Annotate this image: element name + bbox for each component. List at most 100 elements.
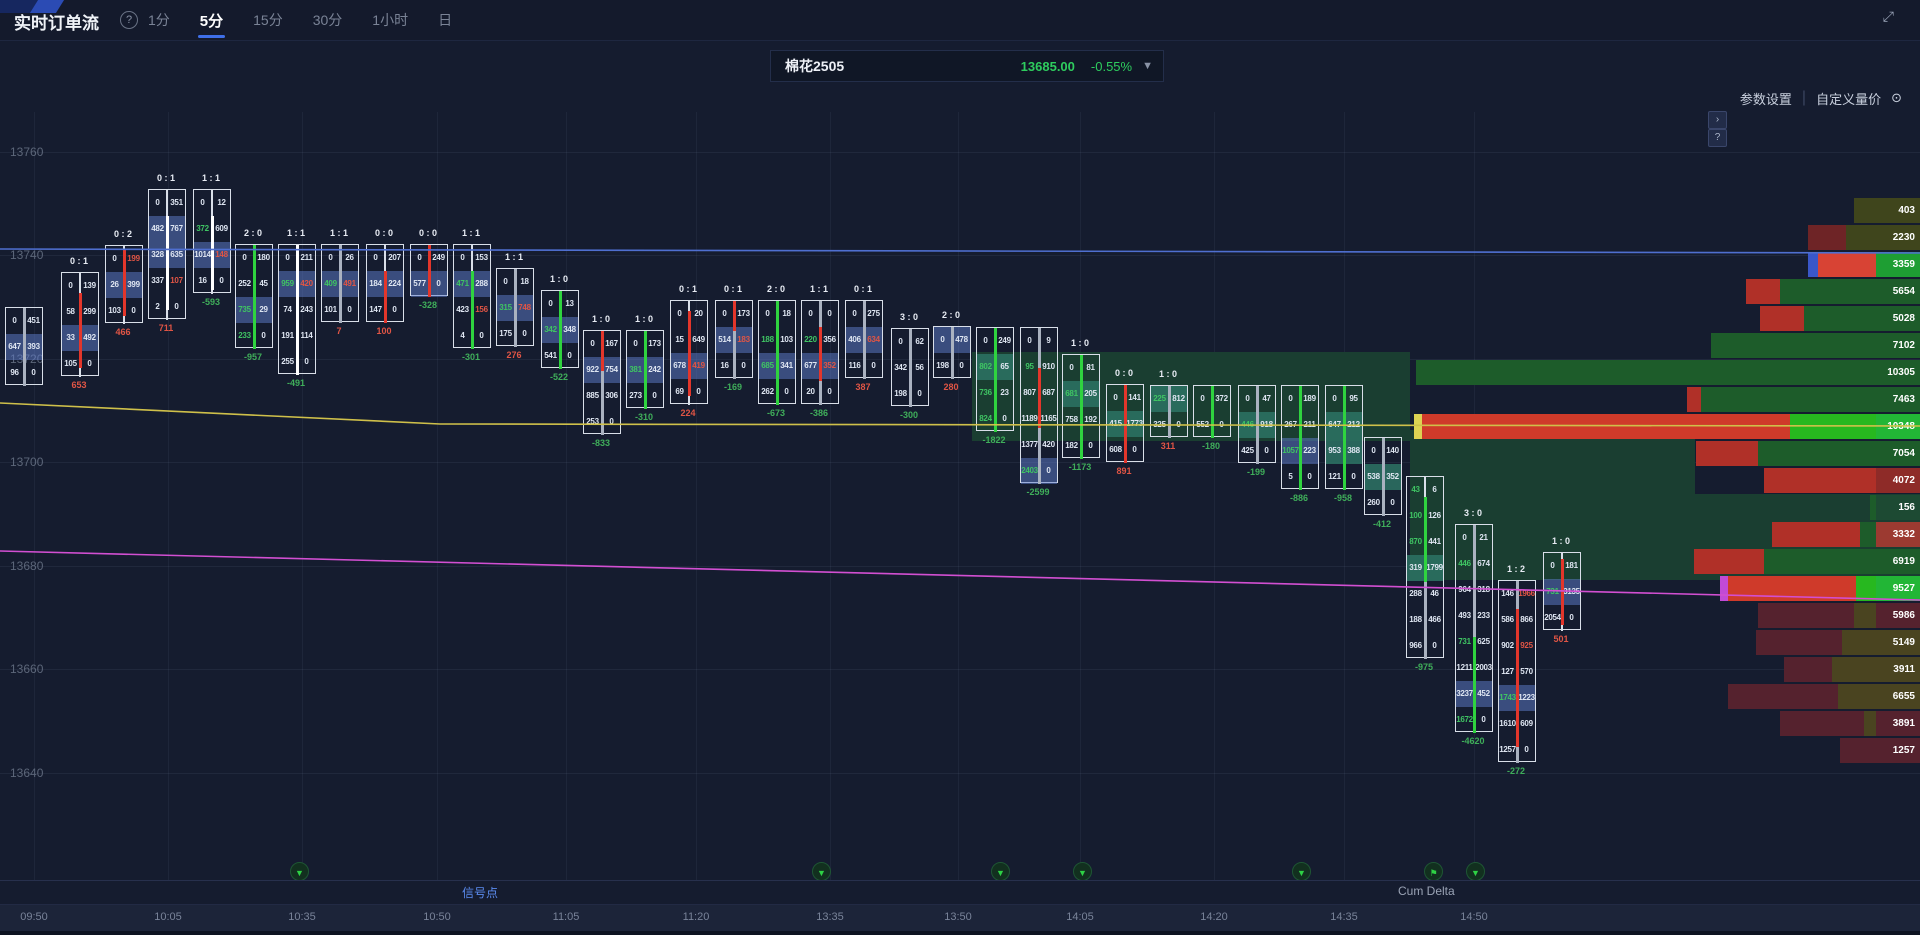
signal-marker-icon[interactable]: ▼ — [290, 862, 309, 881]
volume-profile-bar — [1840, 738, 1876, 763]
signal-marker-icon[interactable]: ▼ — [1073, 862, 1092, 881]
chart-bottom-divider — [0, 880, 1920, 881]
page-title: 实时订单流 — [14, 9, 99, 34]
volume-profile-bar — [1758, 603, 1854, 628]
bottom-strip — [0, 931, 1920, 935]
tab-timeframe-2[interactable]: 15分 — [251, 0, 285, 40]
signal-marker-icon[interactable]: ▼ — [991, 862, 1010, 881]
change-percent: -0.55% — [1091, 59, 1132, 74]
volume-profile-value: 3911 — [1876, 657, 1920, 682]
volume-profile-value: 10348 — [1876, 414, 1920, 439]
signal-points-label[interactable]: 信号点 — [462, 884, 498, 901]
signal-marker-icon[interactable]: ▼ — [1292, 862, 1311, 881]
volume-profile-bar — [1864, 711, 1876, 736]
volume-profile-bar — [1746, 279, 1780, 304]
gridline-vertical — [958, 112, 959, 880]
volume-profile-value: 10305 — [1876, 360, 1920, 385]
volume-profile-bar — [1687, 387, 1701, 412]
time-axis-tick: 10:50 — [423, 911, 451, 923]
gridline-vertical — [696, 112, 697, 880]
signal-marker-icon[interactable]: ▼ — [1466, 862, 1485, 881]
volume-profile-value: 4072 — [1876, 468, 1920, 493]
volume-profile-bar — [1854, 198, 1876, 223]
expand-icon[interactable]: ⤢ — [1883, 8, 1894, 25]
instrument-name: 棉花2505 — [785, 56, 844, 76]
tab-timeframe-3[interactable]: 30分 — [311, 0, 345, 40]
volume-profile-bar — [1728, 576, 1856, 601]
volume-profile-value: 7054 — [1876, 441, 1920, 466]
volume-profile-bar — [1696, 441, 1758, 466]
panel-collapse-button[interactable]: › — [1708, 111, 1727, 129]
gridline-horizontal — [0, 669, 1920, 670]
help-icon[interactable]: ? — [120, 11, 138, 29]
custom-volume-price-button[interactable]: 自定义量价 — [1816, 89, 1881, 108]
volume-profile-bar — [1720, 576, 1728, 601]
right-toolbar: 参数设置 | 自定义量价 ⊙ — [1740, 88, 1902, 108]
volume-profile-bar — [1764, 468, 1876, 493]
gridline-horizontal — [0, 152, 1920, 153]
volume-profile-value: 6655 — [1876, 684, 1920, 709]
volume-profile-bar — [1422, 414, 1790, 439]
tab-timeframe-4[interactable]: 1小时 — [370, 0, 410, 40]
volume-profile-value: 3332 — [1876, 522, 1920, 547]
volume-profile-value: 1257 — [1876, 738, 1920, 763]
volume-profile-value: 6919 — [1876, 549, 1920, 574]
time-axis-tick: 14:35 — [1330, 911, 1358, 923]
volume-profile-bar — [1772, 522, 1860, 547]
price-axis-label: 13640 — [10, 766, 43, 780]
time-axis-tick: 14:50 — [1460, 911, 1488, 923]
volume-profile-bar — [1808, 225, 1846, 250]
volume-profile-bar — [1760, 306, 1804, 331]
volume-profile-bar — [1856, 576, 1876, 601]
tab-timeframe-1[interactable]: 5分 — [198, 0, 225, 41]
gridline-horizontal — [0, 773, 1920, 774]
panel-help-button[interactable]: ? — [1708, 129, 1727, 147]
last-price: 13685.00 — [1021, 59, 1075, 74]
volume-profile-value: 403 — [1876, 198, 1920, 223]
footprint-chart[interactable]: 1376013740137201370013680136601364040322… — [0, 0, 1920, 935]
volume-profile-bar — [1414, 414, 1422, 439]
settings-button[interactable]: 参数设置 — [1740, 89, 1792, 108]
gridline-vertical — [830, 112, 831, 880]
price-axis-label: 13700 — [10, 455, 43, 469]
timeframe-tabs: 1分 5分 15分 30分 1小时日 — [146, 0, 454, 40]
volume-profile-bar — [1854, 603, 1876, 628]
volume-profile-bar — [1701, 387, 1876, 412]
volume-profile-value: 2230 — [1876, 225, 1920, 250]
time-axis-tick: 13:50 — [944, 911, 972, 923]
time-axis-tick: 13:35 — [816, 911, 844, 923]
volume-profile-bar — [1804, 306, 1876, 331]
volume-profile-bar — [1832, 657, 1876, 682]
signal-marker-icon[interactable]: ▼ — [812, 862, 831, 881]
gridline-vertical — [34, 112, 35, 880]
volume-profile-value: 5149 — [1876, 630, 1920, 655]
tab-timeframe-0[interactable]: 1分 — [146, 0, 172, 40]
eye-icon[interactable]: ⊙ — [1891, 90, 1902, 106]
volume-profile-value: 5028 — [1876, 306, 1920, 331]
toolbar-divider: | — [1802, 89, 1806, 107]
volume-profile-bar — [1784, 657, 1832, 682]
time-axis-tick: 14:20 — [1200, 911, 1228, 923]
value-area-band — [1410, 430, 1695, 494]
time-axis-tick: 09:50 — [20, 911, 48, 923]
gridline-vertical — [566, 112, 567, 880]
volume-profile-bar — [1808, 252, 1818, 277]
volume-profile-bar — [1838, 684, 1876, 709]
volume-profile-bar — [1780, 279, 1876, 304]
time-axis[interactable]: 09:5010:0510:3510:5011:0511:2013:3513:50… — [0, 905, 1920, 931]
volume-profile-bar — [1818, 252, 1876, 277]
signal-marker-icon[interactable]: ⚑ — [1424, 862, 1443, 881]
volume-profile-bar — [1860, 522, 1876, 547]
gridline-vertical — [1080, 112, 1081, 880]
orderflow-app: 1376013740137201370013680136601364040322… — [0, 0, 1920, 935]
time-axis-tick: 14:05 — [1066, 911, 1094, 923]
time-axis-tick: 10:05 — [154, 911, 182, 923]
volume-profile-bar — [1764, 549, 1876, 574]
volume-profile-bar — [1756, 630, 1842, 655]
chevron-down-icon[interactable]: ▼ — [1142, 60, 1153, 72]
volume-profile-value: 3891 — [1876, 711, 1920, 736]
volume-profile-value: 9527 — [1876, 576, 1920, 601]
instrument-bar[interactable]: 棉花2505 13685.00 -0.55% ▼ — [770, 50, 1164, 82]
price-axis-label: 13740 — [10, 248, 43, 262]
tab-timeframe-5[interactable]: 日 — [436, 0, 454, 40]
